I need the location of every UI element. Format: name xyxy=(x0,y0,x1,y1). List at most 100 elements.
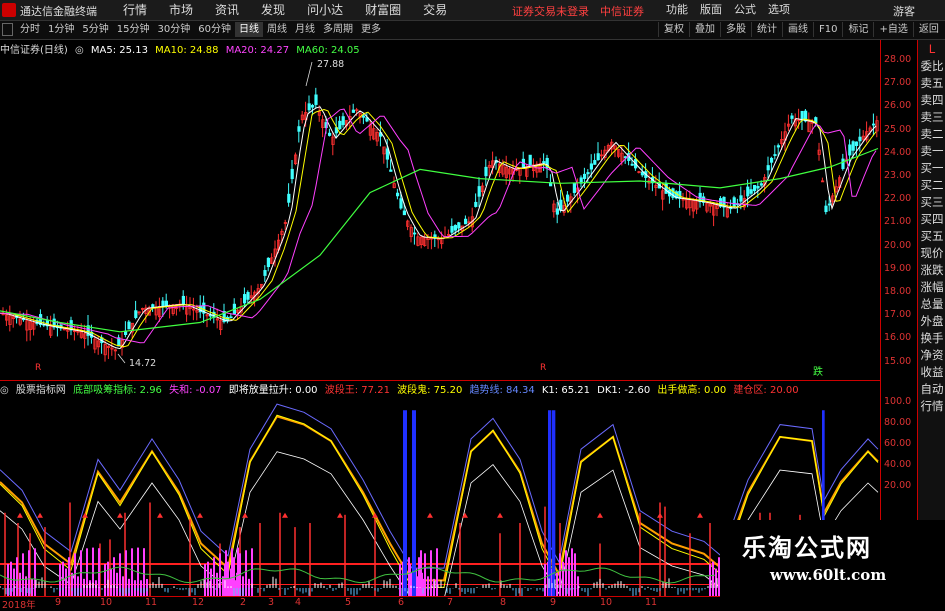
side-panel-item[interactable]: 买二 xyxy=(919,178,945,192)
period-tabs: 分时 1分钟 5分钟 15分钟 30分钟 60分钟 日线 周线 月线 多周期 更… xyxy=(0,22,385,37)
period-toolbar: 分时 1分钟 5分钟 15分钟 30分钟 60分钟 日线 周线 月线 多周期 更… xyxy=(0,21,945,40)
login-notice[interactable]: 证券交易未登录 中信证券 xyxy=(512,3,644,19)
r-marker: R xyxy=(35,363,41,373)
menu-discover[interactable]: 发现 xyxy=(250,2,296,18)
side-panel-item[interactable]: 委比 xyxy=(919,59,945,73)
date-label: 6 xyxy=(398,597,405,608)
menu-function[interactable]: 功能 xyxy=(660,2,694,18)
app-logo-icon xyxy=(2,3,16,17)
side-panel-item[interactable]: 收益 xyxy=(919,365,945,379)
date-label: 10 xyxy=(600,597,613,608)
date-label: 11 xyxy=(145,597,158,608)
tab-timeshare[interactable]: 分时 xyxy=(16,22,44,37)
side-panel-item[interactable]: L xyxy=(919,42,945,56)
menu-market[interactable]: 市场 xyxy=(158,2,204,18)
price-tick: 22.00 xyxy=(884,193,912,205)
side-panel-item[interactable]: 卖二 xyxy=(919,127,945,141)
guest-button[interactable]: 游客 xyxy=(893,3,915,19)
menu-options[interactable]: 选项 xyxy=(762,2,796,18)
side-panel-item[interactable]: 自动 xyxy=(919,382,945,396)
date-label: 5 xyxy=(345,597,352,608)
f10-button[interactable]: F10 xyxy=(813,22,842,37)
side-panel-item[interactable]: 涨跌 xyxy=(919,263,945,277)
date-label: 8 xyxy=(500,597,507,608)
price-tick: 27.00 xyxy=(884,77,912,89)
price-tick: 16.00 xyxy=(884,332,912,344)
tab-60min[interactable]: 60分钟 xyxy=(194,22,235,37)
side-panel-item[interactable]: 买三 xyxy=(919,195,945,209)
watermark: 乐淘公式网 www.60lt.com xyxy=(720,520,945,609)
app-title: 通达信金融终端 xyxy=(20,5,97,18)
moving-average-lines xyxy=(0,61,879,364)
mark-button[interactable]: 标记 xyxy=(842,22,873,37)
date-label: 12 xyxy=(192,597,205,608)
indicator-tick: 20.00 xyxy=(884,480,912,491)
date-label: 7 xyxy=(447,597,454,608)
menu-news[interactable]: 资讯 xyxy=(204,2,250,18)
tab-more[interactable]: 更多 xyxy=(357,22,385,37)
high-price-label: 27.88 xyxy=(317,59,344,70)
side-panel-item[interactable]: 卖三 xyxy=(919,110,945,124)
title-right-menu: 功能 版面 公式 选项 xyxy=(660,2,796,18)
side-panel-item[interactable]: 卖一 xyxy=(919,144,945,158)
side-panel-item[interactable]: 买一 xyxy=(919,161,945,175)
menu-layout[interactable]: 版面 xyxy=(694,2,728,18)
price-tick: 20.00 xyxy=(884,239,912,251)
indicator-tick: 60.00 xyxy=(884,438,912,449)
price-tick: 17.00 xyxy=(884,309,912,321)
price-tick: 23.00 xyxy=(884,170,912,181)
tab-1min[interactable]: 1分钟 xyxy=(44,22,78,37)
back-button[interactable]: 返回 xyxy=(912,22,944,37)
candlesticks xyxy=(1,87,879,362)
side-panel-item[interactable]: 卖四 xyxy=(919,93,945,107)
price-tick: 25.00 xyxy=(884,123,912,135)
price-tick: 24.00 xyxy=(884,146,912,158)
side-panel-item[interactable]: 买五 xyxy=(919,229,945,243)
side-panel-item[interactable]: 卖五 xyxy=(919,76,945,90)
menu-wealth[interactable]: 财富圈 xyxy=(354,2,412,18)
tab-multi-period[interactable]: 多周期 xyxy=(319,22,357,37)
side-panel-item[interactable]: 现价 xyxy=(919,246,945,260)
tab-weekly[interactable]: 周线 xyxy=(263,22,291,37)
tab-monthly[interactable]: 月线 xyxy=(291,22,319,37)
date-label: 10 xyxy=(100,597,113,608)
adjust-button[interactable]: 复权 xyxy=(658,22,689,37)
overlay-button[interactable]: 叠加 xyxy=(689,22,720,37)
menu-trade[interactable]: 交易 xyxy=(412,2,458,18)
side-panel-item[interactable]: 换手 xyxy=(919,331,945,345)
date-label: 9 xyxy=(55,597,62,608)
menu-formula[interactable]: 公式 xyxy=(728,2,762,18)
tab-daily[interactable]: 日线 xyxy=(234,22,263,37)
quote-side-panel: L 委比卖五卖四卖三卖二卖一买一买二买三买四买五现价涨跌涨幅总量外盘换手净资收益自… xyxy=(917,40,945,560)
price-tick: 15.00 xyxy=(884,355,912,367)
r-marker: R xyxy=(540,363,546,373)
date-label: 9 xyxy=(550,597,557,608)
menu-quotes[interactable]: 行情 xyxy=(112,2,158,18)
main-menu: 行情 市场 资讯 发现 问小达 财富圈 交易 xyxy=(112,2,458,18)
buy-marker: 跌 xyxy=(813,365,823,378)
indicator-tick: 100.0 xyxy=(884,396,912,407)
side-panel-item[interactable]: 总量 xyxy=(919,297,945,311)
side-panel-item[interactable]: 涨幅 xyxy=(919,280,945,294)
side-panel-item[interactable]: 净资 xyxy=(919,348,945,362)
stats-button[interactable]: 统计 xyxy=(751,22,782,37)
side-panel-item[interactable]: 行情 xyxy=(919,399,945,413)
low-price-label: 14.72 xyxy=(129,358,156,369)
tab-15min[interactable]: 15分钟 xyxy=(113,22,154,37)
menu-ask[interactable]: 问小达 xyxy=(296,2,354,18)
multi-stock-button[interactable]: 多股 xyxy=(720,22,751,37)
tab-30min[interactable]: 30分钟 xyxy=(153,22,194,37)
watermark-title: 乐淘公式网 xyxy=(742,534,872,562)
add-watchlist-button[interactable]: +自选 xyxy=(873,22,912,37)
price-tick: 19.00 xyxy=(884,262,912,274)
side-panel-item[interactable]: 外盘 xyxy=(919,314,945,328)
price-tick: 21.00 xyxy=(884,216,912,228)
side-panel-item[interactable]: 买四 xyxy=(919,212,945,226)
draw-line-button[interactable]: 画线 xyxy=(782,22,813,37)
kline-chart[interactable]: 27.88 14.72 R R 跌 xyxy=(0,40,880,596)
date-label: 2 xyxy=(240,597,247,608)
tab-5min[interactable]: 5分钟 xyxy=(78,22,112,37)
toggle-icon[interactable] xyxy=(2,23,13,36)
price-tick: 18.00 xyxy=(884,286,912,297)
price-tick: 26.00 xyxy=(884,100,912,112)
